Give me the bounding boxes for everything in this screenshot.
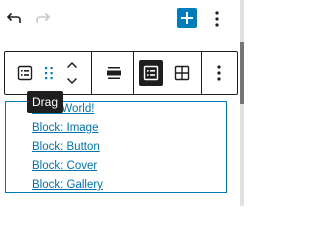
list-item-link[interactable]: Block: Cover [32, 160, 97, 172]
add-block-button[interactable] [177, 8, 197, 28]
scrollbar-thumb[interactable] [240, 42, 244, 104]
list-item-link[interactable]: Block: Button [32, 141, 100, 153]
drag-handle-icon [45, 67, 53, 80]
list-view-button[interactable] [139, 60, 163, 86]
grid-view-icon [174, 65, 190, 81]
block-type-button[interactable] [13, 61, 37, 85]
grid-view-button[interactable] [170, 61, 194, 85]
toolbar-divider [91, 52, 92, 94]
chevron-up-icon [66, 61, 78, 69]
editor-screen: Hello World! Block: Image Block: Button … [0, 0, 244, 206]
editor-header [0, 0, 244, 40]
drag-handle-button[interactable] [39, 61, 59, 85]
toolbar-divider [133, 52, 134, 94]
redo-icon[interactable] [31, 7, 55, 31]
list-item-link[interactable]: Block: Gallery [32, 179, 103, 191]
vertical-dots-icon [217, 65, 221, 81]
more-options-button[interactable] [205, 7, 229, 31]
list-icon [17, 65, 33, 81]
align-wide-icon [107, 67, 121, 79]
list-block[interactable]: Hello World! Block: Image Block: Button … [5, 101, 227, 193]
undo-icon[interactable] [2, 7, 26, 31]
toolbar-divider [201, 52, 202, 94]
chevron-down-icon [66, 77, 78, 85]
list-item-link[interactable]: Block: Image [32, 122, 98, 134]
list-view-icon [143, 65, 159, 81]
block-toolbar [4, 51, 238, 95]
vertical-dots-icon [215, 11, 219, 27]
drag-tooltip: Drag [27, 91, 63, 113]
plus-icon [181, 12, 193, 24]
move-up-button[interactable] [62, 57, 82, 73]
align-button[interactable] [102, 61, 126, 85]
move-down-button[interactable] [62, 73, 82, 89]
block-options-button[interactable] [211, 61, 227, 85]
